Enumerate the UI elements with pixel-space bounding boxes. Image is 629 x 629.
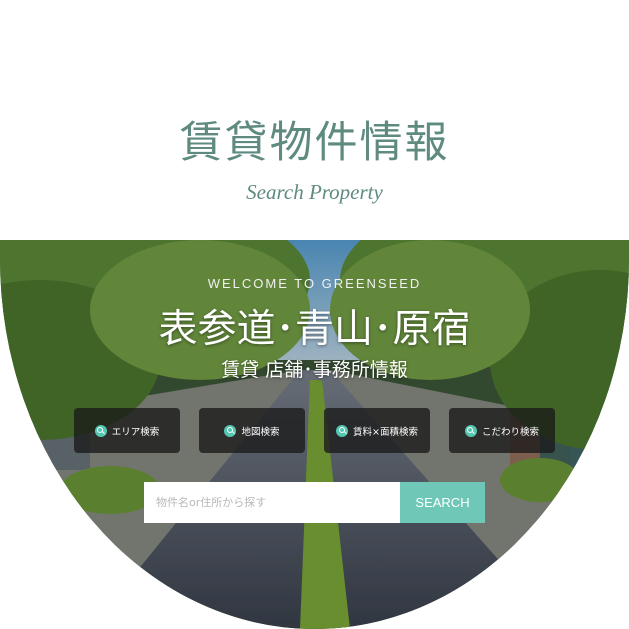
search-icon [336, 424, 349, 437]
area-search-button[interactable]: エリア検索 [74, 408, 180, 453]
hero-banner: WELCOME TO GREENSEED 表参道･青山･原宿 賃貸 店舗･事務所… [0, 240, 629, 629]
map-search-button[interactable]: 地図検索 [199, 408, 305, 453]
keyword-search-form: SEARCH [144, 482, 485, 523]
search-input[interactable] [144, 482, 400, 523]
map-search-label: 地図検索 [241, 426, 280, 438]
area-search-label: エリア検索 [111, 426, 160, 438]
section-header: 賃貸物件情報 Search Property [0, 0, 629, 240]
rent-area-search-button[interactable]: 賃料×面積検索 [324, 408, 430, 453]
search-button[interactable]: SEARCH [400, 482, 485, 523]
hero-subheading: 賃貸 店舗･事務所情報 [221, 359, 408, 381]
search-icon [464, 424, 477, 437]
page-subtitle: Search Property [246, 180, 383, 204]
welcome-text: WELCOME TO GREENSEED [207, 276, 422, 291]
page-title: 賃貸物件情報 [179, 118, 450, 168]
preference-search-label: こだわり検索 [481, 426, 539, 438]
preference-search-button[interactable]: こだわり検索 [449, 408, 555, 453]
rent-area-search-label: 賃料×面積検索 [353, 426, 418, 438]
search-icon [94, 424, 107, 437]
search-icon [224, 424, 237, 437]
hero-heading: 表参道･青山･原宿 [158, 307, 471, 352]
